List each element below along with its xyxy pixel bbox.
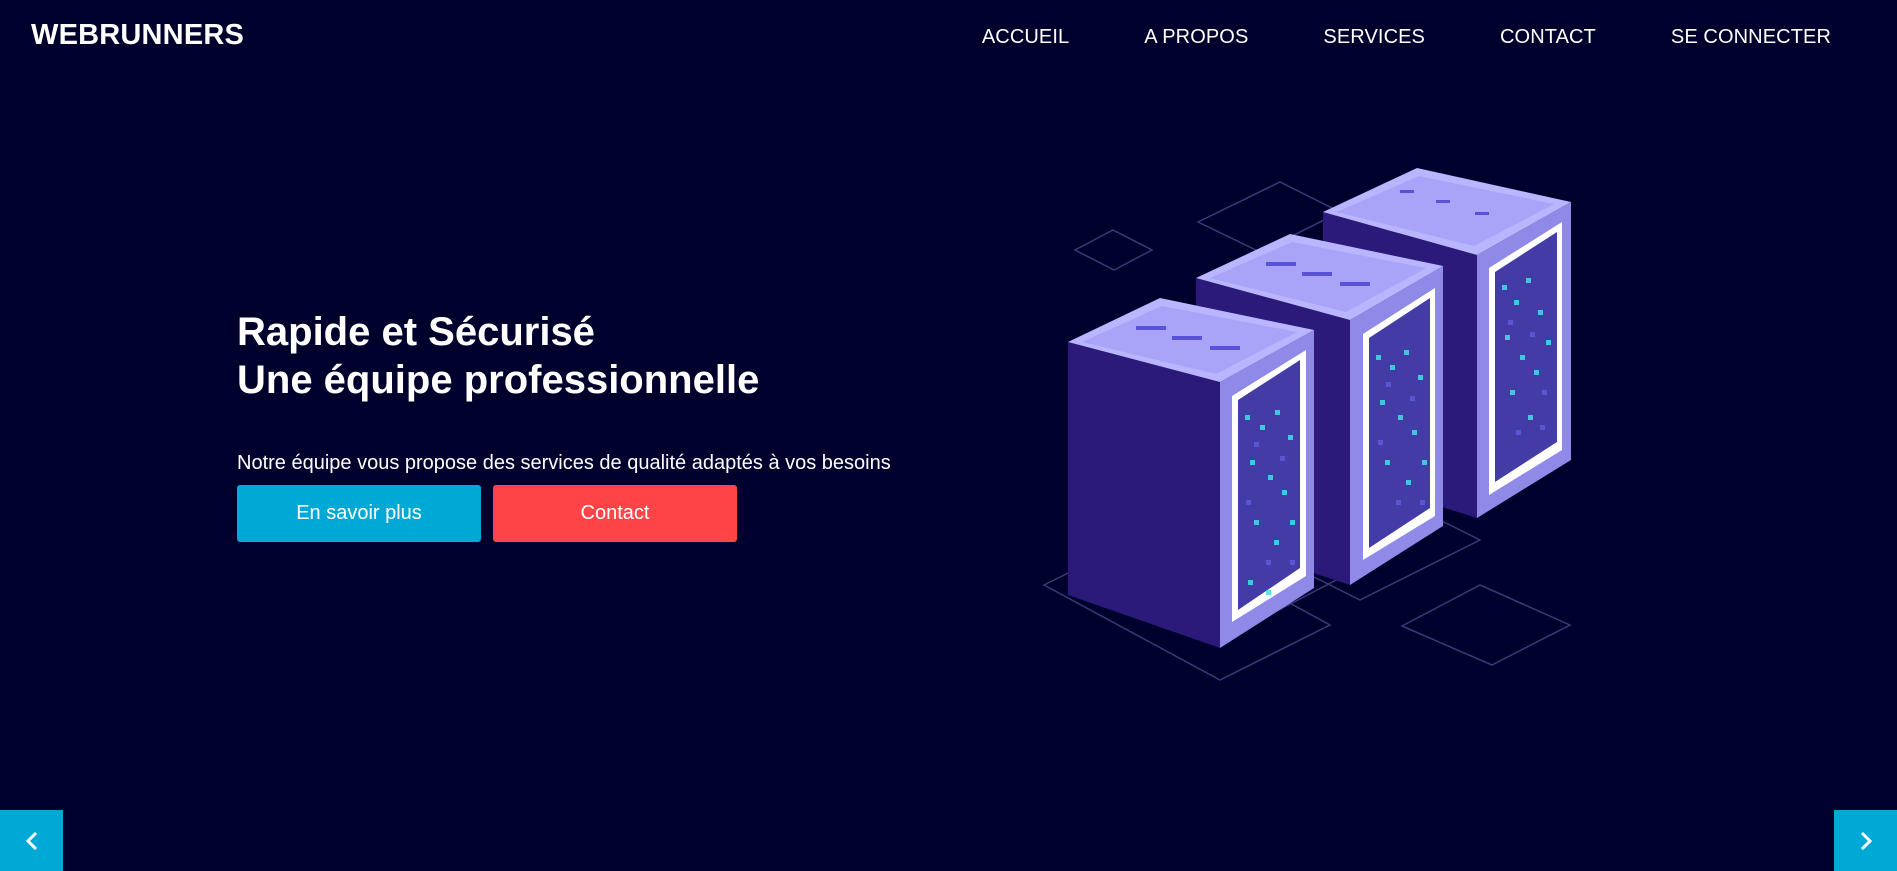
nav-link-contact[interactable]: CONTACT <box>1500 26 1596 49</box>
hero-title: Rapide et Sécurisé Une équipe profession… <box>237 308 937 404</box>
nav-links: ACCUEIL A PROPOS SERVICES CONTACT SE CON… <box>907 26 1831 49</box>
chevron-right-icon <box>1860 831 1872 850</box>
chevron-left-icon <box>25 831 37 850</box>
nav-link-services[interactable]: SERVICES <box>1323 26 1425 49</box>
brand-logo[interactable]: WEBRUNNERS <box>31 19 244 52</box>
page: WEBRUNNERS ACCUEIL A PROPOS SERVICES CON… <box>0 0 1897 871</box>
server-illustration <box>1040 160 1600 690</box>
contact-button[interactable]: Contact <box>493 485 737 542</box>
nav-link-a-propos[interactable]: A PROPOS <box>1144 26 1248 49</box>
hero-text: Rapide et Sécurisé Une équipe profession… <box>237 308 937 542</box>
hero-title-line-1: Rapide et Sécurisé <box>237 310 595 354</box>
hero-title-line-2: Une équipe professionnelle <box>237 358 760 402</box>
navbar: WEBRUNNERS ACCUEIL A PROPOS SERVICES CON… <box>0 0 1897 74</box>
hero-subtitle: Notre équipe vous propose des services d… <box>237 452 891 474</box>
server-racks-icon <box>1042 168 1572 681</box>
nav-link-se-connecter[interactable]: SE CONNECTER <box>1671 26 1831 49</box>
carousel-prev-button[interactable] <box>0 810 63 871</box>
learn-more-button[interactable]: En savoir plus <box>237 485 481 542</box>
carousel-next-button[interactable] <box>1834 810 1897 871</box>
hero-buttons: En savoir plus Contact <box>237 485 937 542</box>
nav-link-accueil[interactable]: ACCUEIL <box>982 26 1069 49</box>
